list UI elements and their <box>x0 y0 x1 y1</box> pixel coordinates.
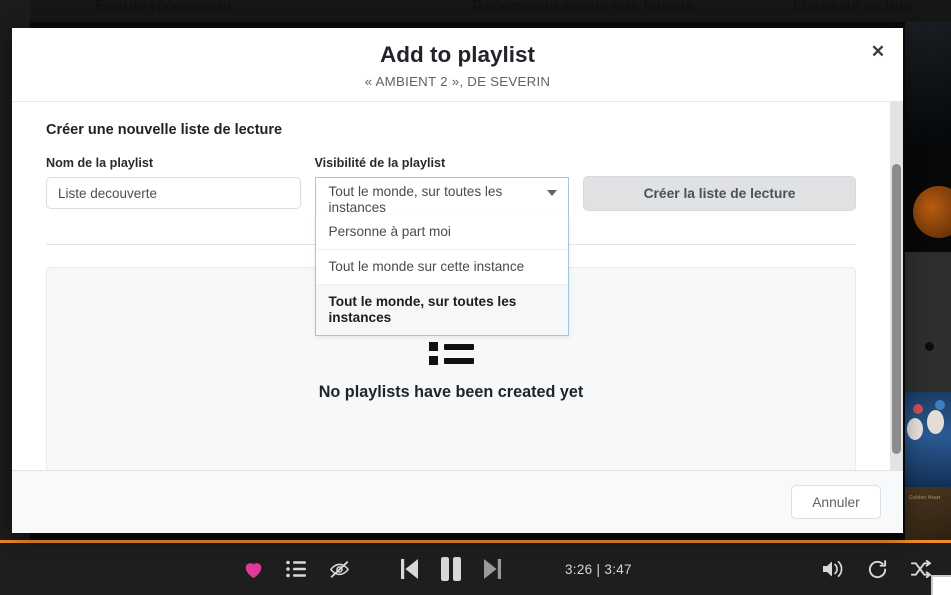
background-album-tile <box>905 252 951 392</box>
volume-icon[interactable] <box>821 559 845 579</box>
empty-state-text: No playlists have been created yet <box>318 383 584 401</box>
create-playlist-form: Nom de la playlist Visibilité de la play… <box>12 156 890 336</box>
background-album-tiles: Golden Heart <box>905 22 951 567</box>
playlist-visibility-label: Visibilité de la playlist <box>314 156 446 170</box>
player-left-controls <box>243 543 351 595</box>
modal-title: Add to playlist <box>379 42 535 67</box>
player-bar: 3:26 | 3:47 <box>0 540 951 595</box>
previous-track-icon[interactable] <box>400 557 419 581</box>
modal-header: Add to playlist « AMBIENT 2 », DE SEVERI… <box>12 28 903 101</box>
create-playlist-button-group: Créer la liste de lecture <box>583 156 856 211</box>
modal-body-scrollbar-thumb[interactable] <box>892 164 901 454</box>
background-tile-label: Golden Heart <box>909 495 941 501</box>
visibility-option-all-instances[interactable]: Tout le monde, sur toutes les instances <box>315 285 568 335</box>
playback-time-text: 3:26 | 3:47 <box>565 561 632 577</box>
player-right-controls <box>821 543 931 595</box>
background-column-title-recent-favorites: Récemment ajouté aux favoris <box>472 0 694 15</box>
chevron-down-icon <box>547 190 557 196</box>
close-icon[interactable]: ✕ <box>865 38 891 64</box>
player-transport-controls <box>400 543 502 595</box>
background-album-tile <box>905 142 951 252</box>
visibility-option-this-instance[interactable]: Tout le monde sur cette instance <box>315 250 568 285</box>
eye-slash-icon[interactable] <box>328 559 351 579</box>
repeat-icon[interactable] <box>867 559 888 580</box>
pause-icon[interactable] <box>439 556 463 582</box>
playlist-name-label: Nom de la playlist <box>46 156 154 170</box>
playlist-name-input[interactable] <box>46 177 301 209</box>
next-track-icon[interactable] <box>483 557 502 581</box>
modal-footer: Annuler <box>12 470 903 533</box>
shuffle-icon[interactable] <box>910 559 931 579</box>
playlist-visibility-dropdown-menu: Personne à part moi Tout le monde sur ce… <box>314 215 569 336</box>
cancel-button[interactable]: Annuler <box>791 485 881 519</box>
add-to-playlist-modal: Add to playlist « AMBIENT 2 », DE SEVERI… <box>12 28 903 533</box>
background-column-title-recently-listened: Écoute récemment <box>95 0 233 15</box>
playlist-visibility-field-group: Visibilité de la playlist Tout le monde,… <box>314 156 569 336</box>
modal-body: Créer une nouvelle liste de lecture Nom … <box>12 101 903 470</box>
create-playlist-section-title: Créer une nouvelle liste de lecture <box>46 122 283 138</box>
playlist-name-field-group: Nom de la playlist <box>46 156 301 209</box>
list-icon <box>428 340 474 371</box>
modal-subtitle: « AMBIENT 2 », DE SEVERIN <box>364 74 551 89</box>
queue-list-icon[interactable] <box>286 560 306 578</box>
player-time-display: 3:26 | 3:47 <box>565 543 632 595</box>
create-playlist-button[interactable]: Créer la liste de lecture <box>583 176 856 211</box>
playlist-visibility-selected-value: Tout le monde, sur toutes les instances <box>328 184 503 215</box>
modal-body-scrollbar[interactable] <box>890 102 903 470</box>
visibility-option-private[interactable]: Personne à part moi <box>315 215 568 250</box>
window-resize-corner[interactable] <box>931 575 951 595</box>
background-column-title-playlists: Listes de lecture <box>793 0 914 15</box>
heart-icon[interactable] <box>243 560 264 579</box>
background-album-tile <box>905 392 951 487</box>
background-album-tile <box>905 22 951 142</box>
